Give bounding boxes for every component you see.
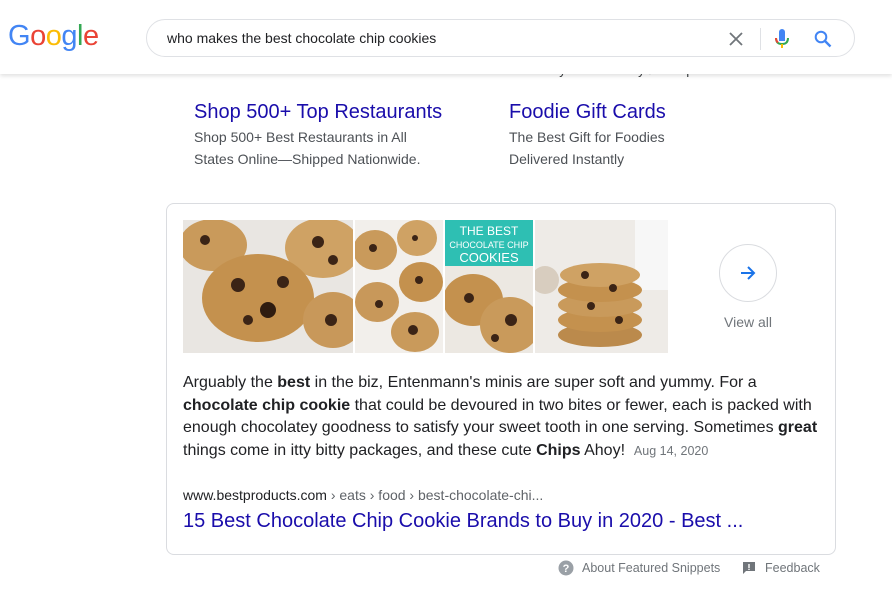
result-title-link[interactable]: 15 Best Chocolate Chip Cookie Brands to … [183,510,743,533]
snippet-bold-term: great [778,419,818,437]
help-icon: ? [558,560,574,576]
clear-icon[interactable] [723,26,749,52]
logo-letter: o [45,20,62,52]
sitelink-title[interactable]: Foodie Gift Cards [509,100,666,124]
search-icon[interactable] [810,26,836,52]
view-all-button[interactable]: View all [717,244,779,330]
microphone-icon[interactable] [769,26,795,52]
logo-letter: e [82,20,99,52]
logo-letter: g [61,20,77,52]
snippet-text-part: in the biz, Entenmann's minis are super … [310,374,757,391]
result-cite: www.bestproducts.com › eats › food › bes… [183,487,543,503]
feedback-link[interactable]: Feedback [741,558,820,578]
cookie-image[interactable] [535,220,668,353]
snippet-text-part: things come in itty bitty packages, and … [183,441,537,459]
search-box [146,19,855,57]
search-input[interactable] [167,20,707,56]
feedback-label: Feedback [765,561,820,575]
about-label: About Featured Snippets [582,561,721,575]
cookie-image[interactable] [355,220,443,353]
search-divider [760,28,761,50]
snippet-date: Aug 14, 2020 [633,443,709,458]
logo-letter: o [30,20,46,52]
view-all-label: View all [724,314,772,330]
snippet-text-part: Arguably the [183,374,278,391]
about-featured-snippets[interactable]: ? About Featured Snippets [558,558,720,578]
image-carousel: THE BEST CHOCOLATE CHIP COOKIES [183,220,668,353]
sitelink-restaurants: Shop 500+ Top Restaurants Shop 500+ Best… [194,100,442,170]
featured-snippet-card: THE BEST CHOCOLATE CHIP COOKIES View all… [166,203,836,555]
sitelink-desc: States Online—Shipped Nationwide. [194,151,421,167]
cite-path: › eats › food › best-chocolate-chi... [326,487,544,503]
sitelink-desc: Delivered Instantly [509,151,625,167]
banner-line-3: COOKIES [459,250,519,265]
svg-text:?: ? [563,563,570,575]
snippet-bold-term: best [277,374,311,391]
snippet-bold-term: chocolate chip cookie [183,396,351,414]
banner-line-1: THE BEST [460,224,519,238]
arrow-right-icon[interactable] [719,244,777,302]
sitelink-desc: Shop 500+ Best Restaurants in All [194,129,407,145]
sitelink-title[interactable]: Shop 500+ Top Restaurants [194,100,442,124]
cookie-image[interactable]: THE BEST CHOCOLATE CHIP COOKIES [445,220,533,353]
banner-line-2: CHOCOLATE CHIP [449,240,528,250]
sitelink-desc: The Best Gift for Foodies [509,129,665,145]
logo-letter: G [8,20,31,52]
snippet-text: Arguably the best in the biz, Entenmann'… [183,372,823,462]
google-logo[interactable]: Google [8,20,99,53]
feedback-icon [743,562,755,574]
cite-domain: www.bestproducts.com [183,487,327,503]
search-header: Google [0,0,892,74]
cookie-image[interactable] [183,220,353,353]
sitelink-gift-cards: Foodie Gift Cards The Best Gift for Food… [509,100,666,170]
snippet-text-part: Ahoy! [580,441,626,459]
snippet-bold-term: Chips [536,441,581,459]
